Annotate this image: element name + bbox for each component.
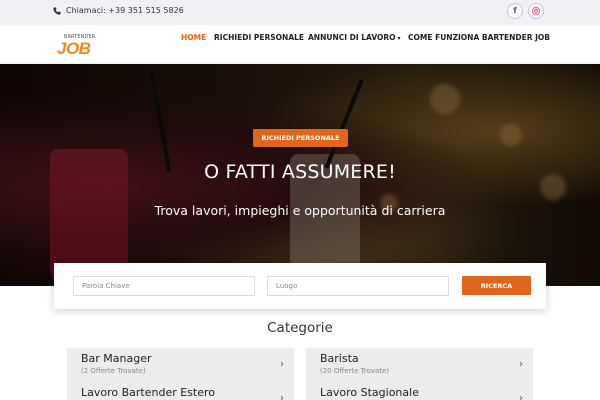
phone-contact[interactable]: Chiamaci: +39 351 515 5826 [53,6,184,15]
facebook-link[interactable]: f [507,3,523,19]
instagram-icon [532,7,540,15]
hero-subtitle: Trova lavori, impieghi e opportunità di … [154,203,446,218]
nav-richiedi-personale[interactable]: RICHIEDI PERSONALE [214,33,304,42]
hero-richiedi-personale-button[interactable]: RICHIEDI PERSONALE [253,129,348,147]
keyword-input[interactable]: Parola Chiave [73,276,255,296]
category-count: (20 Offerte Trovate) [320,367,390,375]
chevron-down-icon: ▾ [397,35,401,42]
category-name: Lavoro Bartender Estero [81,386,216,399]
nav-home[interactable]: HOME [181,33,206,42]
category-item[interactable]: Barista (20 Offerte Trovate) › [306,348,533,382]
facebook-icon: f [513,6,517,15]
chevron-right-icon: › [280,393,284,400]
category-name: Bar Manager [81,352,152,365]
nav-annunci-di-lavoro[interactable]: ANNUNCI DI LAVORO ▾ [308,33,401,42]
chevron-right-icon: › [280,359,284,370]
top-bar: Chiamaci: +39 351 515 5826 f [0,0,600,25]
job-search-box: Parola Chiave Luogo RICERCA [54,263,546,309]
hero-title: O FATTI ASSUMERE! [204,161,396,183]
category-item[interactable]: Lavoro Stagionale › [306,382,533,400]
phone-text: Chiamaci: +39 351 515 5826 [66,6,184,15]
nav-come-funziona[interactable]: COME FUNZIONA BARTENDER JOB [408,33,550,42]
category-count: (2 Offerte Trovate) [81,367,146,375]
category-item[interactable]: Bar Manager (2 Offerte Trovate) › [67,348,294,382]
categories-heading: Categorie [267,320,333,336]
instagram-link[interactable] [528,3,544,19]
category-name: Lavoro Stagionale [320,386,419,399]
main-navbar: BARTENDER JOB HOME RICHIEDI PERSONALE AN… [0,25,600,64]
chevron-right-icon: › [519,393,523,400]
search-button[interactable]: RICERCA [462,276,531,295]
location-input[interactable]: Luogo [267,276,449,296]
phone-icon [53,6,61,15]
chevron-right-icon: › [519,359,523,370]
category-name: Barista [320,352,359,365]
category-item[interactable]: Lavoro Bartender Estero › [67,382,294,400]
logo-big-text: JOB [57,39,91,58]
site-logo[interactable]: BARTENDER JOB [57,34,97,58]
nav-annunci-label: ANNUNCI DI LAVORO [308,33,396,42]
